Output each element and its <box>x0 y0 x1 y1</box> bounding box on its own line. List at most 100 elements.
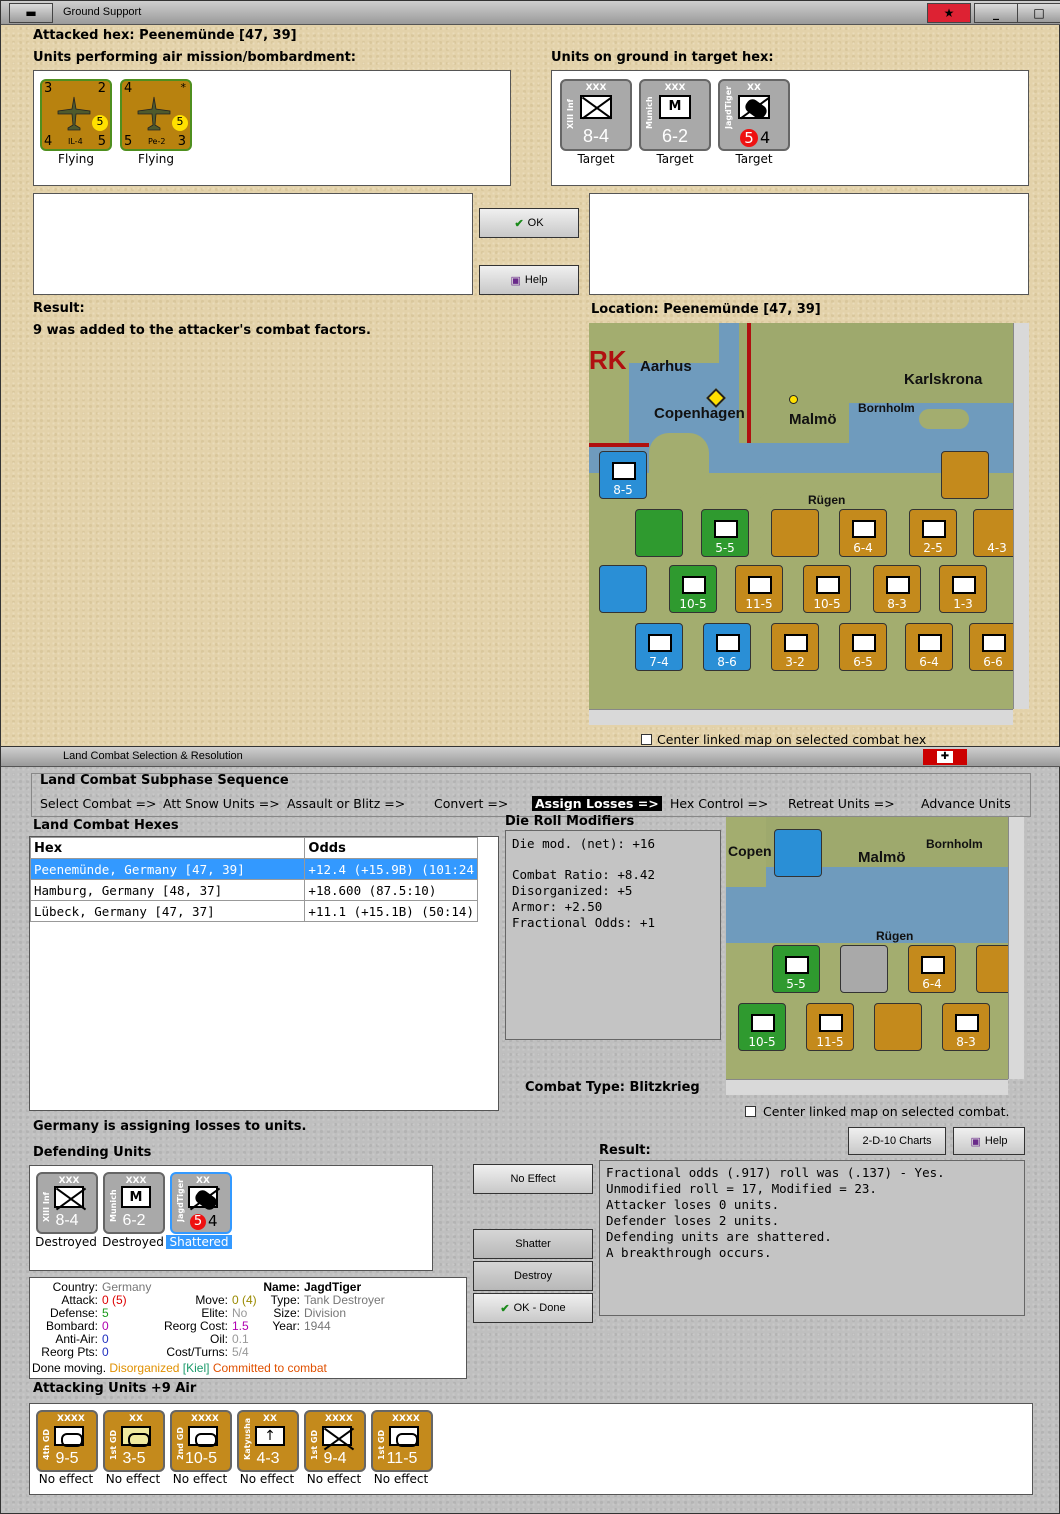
unit-symbol-icon <box>852 520 876 538</box>
attacking-unit-counter[interactable]: 1st GD ArmXXXX11-5 <box>371 1410 433 1472</box>
map-counter[interactable]: 6-4 <box>839 509 887 557</box>
map-counter[interactable]: 4-3 <box>973 509 1013 557</box>
defending-unit-counter[interactable]: XIII Inf XXX 8-4 <box>36 1172 98 1234</box>
map-counter[interactable]: 6-4 <box>905 623 953 671</box>
air-unit-caption: Flying <box>58 152 94 166</box>
unit-symbol-icon <box>716 634 740 652</box>
ok-done-button[interactable]: ✔ OK - Done <box>473 1293 593 1323</box>
result-line: Defender loses 2 units. <box>606 1213 780 1228</box>
sequence-label: Land Combat Subphase Sequence <box>40 773 289 788</box>
center-linked-combat-checkbox[interactable] <box>745 1106 756 1117</box>
counter-strength: 8-5 <box>613 483 633 497</box>
help-button[interactable]: ▣ Help <box>479 265 579 295</box>
map-counter[interactable]: 10-5 <box>738 1003 786 1051</box>
unit-strength: 11-5 <box>386 1450 418 1467</box>
map-counter[interactable]: 6-5 <box>839 623 887 671</box>
help-button[interactable]: ▣ Help <box>953 1127 1025 1155</box>
map-counter[interactable]: 10-5 <box>669 565 717 613</box>
mini-map-vertical-scrollbar[interactable] <box>1008 817 1024 1079</box>
defending-unit-counter[interactable]: JagdTiger XX 5 4 <box>170 1172 232 1234</box>
attacking-unit-counter[interactable]: Katyusha XX ↑ 4-3 <box>237 1410 299 1472</box>
center-linked-checkbox[interactable] <box>641 734 652 745</box>
map-counter[interactable]: 8-3 <box>942 1003 990 1051</box>
defending-unit-counter[interactable]: Munich XXX M 6-2 <box>103 1172 165 1234</box>
map-counter[interactable]: 11-5 <box>735 565 783 613</box>
map-label-karlskrona: Karlskrona <box>904 371 983 388</box>
attacking-unit-counter[interactable]: 4th GD ArmXXXX9-5 <box>36 1410 98 1472</box>
info-move: 0 (4) <box>232 1293 257 1307</box>
shatter-button[interactable]: Shatter <box>473 1229 593 1259</box>
map-counter[interactable] <box>976 945 1008 993</box>
destroy-button[interactable]: Destroy <box>473 1261 593 1291</box>
mini-map[interactable]: Copen Malmö Bornholm Rügen 5-5 6-4 10-5 … <box>726 817 1008 1079</box>
linked-map[interactable]: RK Aarhus Copenhagen Malmö Karlskrona Bo… <box>589 323 1013 709</box>
map-counter[interactable] <box>599 565 647 613</box>
map-counter[interactable]: 2-5 <box>909 509 957 557</box>
tank-destroyer-symbol-icon <box>738 95 770 119</box>
maximize-button[interactable]: □ <box>1017 3 1060 23</box>
map-counter[interactable]: 5-5 <box>772 945 820 993</box>
no-effect-label: No Effect <box>510 1173 556 1185</box>
map-counter[interactable]: 6-4 <box>908 945 956 993</box>
minimize-button[interactable]: _ <box>974 3 1018 23</box>
map-counter[interactable]: 7-4 <box>635 623 683 671</box>
map-counter[interactable]: 3-2 <box>771 623 819 671</box>
mini-map-horizontal-scrollbar[interactable] <box>726 1079 1008 1095</box>
map-counter[interactable]: 11-5 <box>806 1003 854 1051</box>
info-key: Size: <box>273 1306 300 1320</box>
map-counter[interactable] <box>771 509 819 557</box>
counter-strength: 11-5 <box>816 1035 844 1049</box>
unit-info-panel: Country: Germany Attack: 0 (5) Defense: … <box>29 1277 467 1379</box>
map-counter[interactable]: 8-6 <box>703 623 751 671</box>
map-label-copen: Copen <box>728 843 772 859</box>
result-line: Defending units are shattered. <box>606 1229 832 1244</box>
attacking-unit-counter[interactable]: 1st GD DivXX3-5 <box>103 1410 165 1472</box>
table-row[interactable]: Hamburg, Germany [48, 37] +18.600 (87.5:1… <box>29 879 478 901</box>
air-unit-stat: 4 <box>44 134 53 149</box>
counter-strength: 6-4 <box>922 977 942 991</box>
combat-hexes-list[interactable]: Hex Odds Peenemünde, Germany [47, 39] +12.… <box>29 836 499 1111</box>
attacked-hex-label: Attacked hex: Peenemünde [47, 39] <box>33 28 297 43</box>
air-unit-counter[interactable]: 4 * 5 3 5 Pe-2 <box>120 79 192 151</box>
map-counter[interactable]: 5-5 <box>701 509 749 557</box>
counter-strength: 6-4 <box>853 541 873 555</box>
map-vertical-scrollbar[interactable] <box>1013 323 1029 709</box>
map-horizontal-scrollbar[interactable] <box>589 709 1013 725</box>
ground-unit-counter[interactable]: JagdTiger XX 5 4 <box>718 79 790 151</box>
air-unit-stat: 3 <box>177 134 186 149</box>
map-label-rk: RK <box>589 345 627 375</box>
system-menu-button[interactable]: ▬ <box>9 3 53 23</box>
counter-strength: 5-5 <box>715 541 735 555</box>
attacking-unit-counter[interactable]: 2nd GD ArmXXXX10-5 <box>170 1410 232 1472</box>
infantry-symbol-icon <box>580 95 612 119</box>
map-counter[interactable]: 1-3 <box>939 565 987 613</box>
air-unit-stat: 5 <box>124 134 133 149</box>
armor-symbol-icon <box>54 1426 84 1447</box>
no-effect-button[interactable]: No Effect <box>473 1164 593 1194</box>
land-combat-titlebar[interactable]: Land Combat Selection & Resolution ✚ <box>1 747 1060 767</box>
table-row[interactable]: Lübeck, Germany [47, 37] +11.1 (+15.1B) (… <box>29 900 478 922</box>
map-counter[interactable] <box>840 945 888 993</box>
map-counter[interactable] <box>774 829 822 877</box>
die-mod-net: Die mod. (net): +16 <box>512 836 655 851</box>
map-counter[interactable]: 8-3 <box>873 565 921 613</box>
help-button-label: Help <box>984 1135 1008 1147</box>
air-unit-counter[interactable]: 3 2 4 5 5 IL-4 <box>40 79 112 151</box>
ground-support-titlebar[interactable]: ▬ Ground Support ★ _ □ <box>1 1 1060 25</box>
ground-unit-counter[interactable]: XIII Inf XXX 8-4 <box>560 79 632 151</box>
map-counter[interactable] <box>941 451 989 499</box>
map-counter[interactable]: 8-5 <box>599 451 647 499</box>
ground-unit-counter[interactable]: Munich XXX M 6-2 <box>639 79 711 151</box>
attacking-unit-counter[interactable]: 1st GD MotXXXX9-4 <box>304 1410 366 1472</box>
counter-strength: 6-4 <box>919 655 939 669</box>
table-row[interactable]: Peenemünde, Germany [47, 39] +12.4 (+15.9… <box>29 858 478 880</box>
unit-size: XXXX <box>325 1414 353 1424</box>
ok-button[interactable]: ✔ OK <box>479 208 579 238</box>
map-counter[interactable] <box>874 1003 922 1051</box>
map-counter[interactable] <box>635 509 683 557</box>
status-done-moving: Done moving. <box>32 1361 107 1375</box>
ok-button-label: OK <box>527 217 544 229</box>
map-counter[interactable]: 6-6 <box>969 623 1013 671</box>
map-counter[interactable]: 10-5 <box>803 565 851 613</box>
charts-button[interactable]: 2-D-10 Charts <box>848 1127 946 1155</box>
